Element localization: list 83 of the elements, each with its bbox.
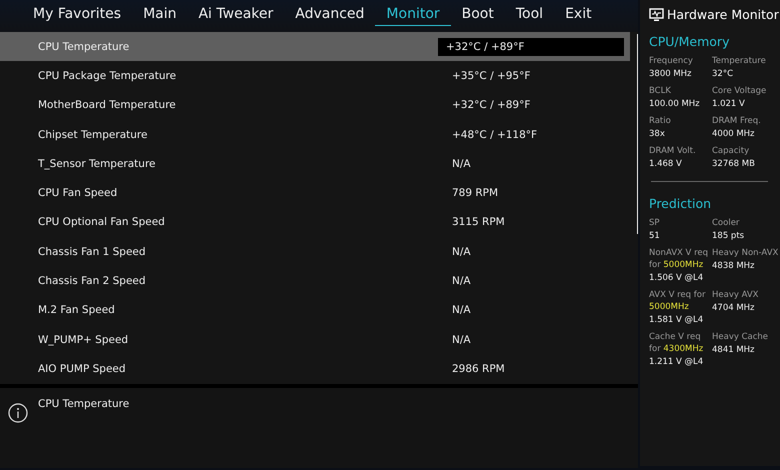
stat-label: NonAVX V req for 5000MHz <box>649 247 710 271</box>
menu-tab[interactable]: Monitor <box>375 6 451 26</box>
setting-label: MotherBoard Temperature <box>37 99 177 112</box>
stat-label: Core Voltage <box>712 85 768 97</box>
stat-value: 4838 MHz <box>712 260 756 273</box>
setting-value: 2986 RPM <box>451 362 506 377</box>
setting-label: CPU Package Temperature <box>37 70 178 82</box>
help-text: CPU Temperature <box>38 398 130 412</box>
setting-row[interactable]: MotherBoard Temperature +32°C / +89°F <box>0 90 630 120</box>
stat-label: DRAM Volt. <box>649 145 697 157</box>
stat-value: 1.021 V <box>712 98 746 111</box>
stat-label: Capacity <box>712 145 750 157</box>
stat-value: 185 pts <box>712 230 746 243</box>
setting-value: N/A <box>451 156 472 172</box>
setting-label: AIO PUMP Speed <box>37 362 127 375</box>
stat-value: 32768 MB <box>712 158 756 171</box>
setting-label: CPU Fan Speed <box>37 187 118 200</box>
stat-label: Heavy AVX <box>712 289 760 301</box>
setting-row[interactable]: CPU Temperature +32°C / +89°F <box>0 32 630 62</box>
stat-label: Cooler <box>712 217 740 229</box>
setting-row[interactable]: Chipset Temperature +48°C / +118°F <box>0 120 630 150</box>
stat-value: 1.581 V @L4 <box>649 314 704 327</box>
setting-row[interactable]: T_Sensor Temperature N/A <box>0 149 630 178</box>
menu-tab[interactable]: Main <box>132 6 188 26</box>
setting-label: T_Sensor Temperature <box>37 158 157 170</box>
menu-tab[interactable]: Ai Tweaker <box>187 6 284 26</box>
setting-value: N/A <box>451 244 472 260</box>
menu-tab[interactable]: Boot <box>450 6 505 26</box>
setting-value: +35°C / +95°F <box>451 68 532 84</box>
setting-label: W_PUMP+ Speed <box>37 334 130 346</box>
setting-row[interactable]: Chassis Fan 1 Speed N/A <box>0 237 630 266</box>
stat-value: 32°C <box>712 68 734 81</box>
setting-row[interactable]: W_PUMP+ Speed N/A <box>0 324 630 354</box>
setting-row[interactable]: Chassis Fan 2 Speed N/A <box>0 266 630 296</box>
setting-label: Chassis Fan 2 Speed <box>37 275 147 288</box>
stat-label: Ratio <box>649 115 672 127</box>
setting-label: CPU Temperature <box>37 40 130 53</box>
stat-value: 1.506 V @L4 <box>649 272 704 285</box>
stat-value: 4000 MHz <box>712 128 756 141</box>
stat-value: 1.468 V <box>649 158 683 171</box>
setting-row[interactable]: AIO PUMP Speed 2986 RPM <box>0 354 630 384</box>
stat-label: Temperature <box>712 55 767 67</box>
info-icon <box>8 403 28 423</box>
stat-label: AVX V req for 5000MHz <box>649 289 706 313</box>
stat-label: Frequency <box>649 55 694 67</box>
setting-label: CPU Optional Fan Speed <box>37 216 166 228</box>
setting-value: 3115 RPM <box>451 215 506 230</box>
panel-title: Hardware Monitor <box>667 7 779 22</box>
setting-value: N/A <box>451 332 472 348</box>
setting-value: N/A <box>451 274 472 290</box>
stat-value: 4704 MHz <box>712 302 756 315</box>
setting-row[interactable]: CPU Optional Fan Speed 3115 RPM <box>0 208 630 238</box>
stat-value: 51 <box>649 230 661 243</box>
stat-label: BCLK <box>649 85 672 97</box>
section-title: CPU/Memory <box>649 34 730 49</box>
menu-tab[interactable]: My Favorites <box>22 6 132 26</box>
setting-label: Chipset Temperature <box>37 128 148 141</box>
stat-value: 100.00 MHz <box>649 98 701 111</box>
setting-value: +32°C / +89°F <box>451 98 532 114</box>
menu-tab[interactable]: Advanced <box>284 6 376 26</box>
stat-label: Cache V req for 4300MHz <box>649 331 704 355</box>
stat-value: 4841 MHz <box>712 344 756 357</box>
stat-value: 1.211 V @L4 <box>649 356 704 369</box>
setting-value: N/A <box>451 303 472 318</box>
menu-tab[interactable]: Tool <box>504 6 554 26</box>
setting-value: 789 RPM <box>451 186 500 202</box>
section-title: Prediction <box>649 196 712 211</box>
monitor-icon <box>649 8 664 22</box>
stat-value: 38x <box>649 128 666 141</box>
setting-row[interactable]: CPU Fan Speed 789 RPM <box>0 178 630 208</box>
stat-value: 3800 MHz <box>649 68 693 81</box>
scrollbar[interactable] <box>637 34 638 234</box>
stat-label: Heavy Non-AVX <box>712 247 780 259</box>
stat-label: SP <box>649 217 661 229</box>
setting-label: M.2 Fan Speed <box>37 304 116 316</box>
setting-value: +32°C / +89°F <box>438 38 624 56</box>
setting-label: Chassis Fan 1 Speed <box>37 246 147 258</box>
stat-label: Heavy Cache <box>712 331 770 343</box>
setting-row[interactable]: CPU Package Temperature +35°C / +95°F <box>0 61 630 91</box>
setting-value: +48°C / +118°F <box>451 128 538 143</box>
stat-label: DRAM Freq. <box>712 115 762 127</box>
setting-row[interactable]: M.2 Fan Speed N/A <box>0 296 630 325</box>
menu-tab[interactable]: Exit <box>554 6 603 26</box>
